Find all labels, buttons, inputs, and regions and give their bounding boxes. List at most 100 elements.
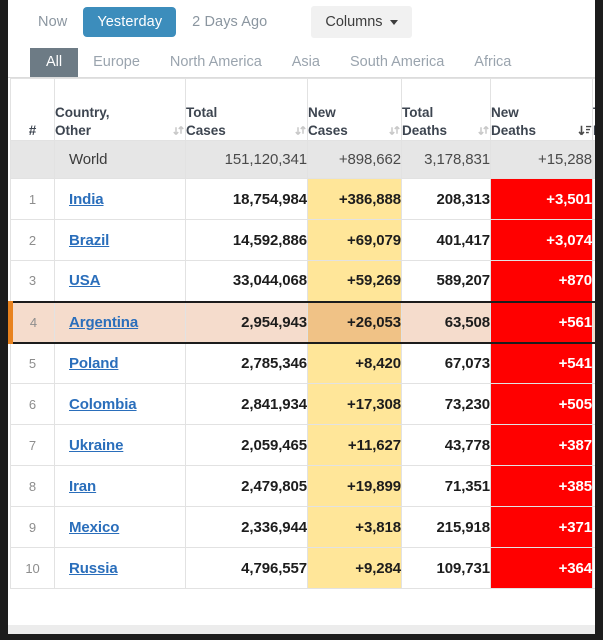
time-button-yesterday[interactable]: Yesterday [83,7,177,37]
cell-new-cases: +9,284 [307,547,402,589]
cell-country: India [54,178,186,220]
cell-total-deaths: 71,351 [401,465,491,507]
country-link[interactable]: Russia [69,560,118,577]
time-button-now[interactable]: Now [24,7,81,37]
sort-descending-icon[interactable] [578,122,592,140]
sort-both-icon[interactable] [172,122,185,140]
cell-total-cases: 151,120,341 [185,140,308,179]
cell-total-deaths: 109,731 [401,547,491,589]
cell-country: Russia [54,547,186,589]
country-link[interactable]: Poland [69,355,119,372]
header-new-deaths-line2: Deaths [491,123,537,139]
cell-index: 4 [8,300,55,344]
cell-new-deaths: +870 [490,260,593,302]
header-total-cases[interactable]: Total Cases [185,78,308,141]
cell-partial [592,178,595,220]
sort-both-icon[interactable] [388,122,401,140]
header-total-cases-line2: Cases [186,123,226,139]
header-row: # Country, Other Total Cases New Cases T… [10,78,603,141]
header-new-deaths[interactable]: New Deaths [490,78,593,141]
region-tab-north-america[interactable]: North America [155,48,277,77]
cell-total-cases: 33,044,068 [185,260,308,302]
region-tab-africa[interactable]: Africa [459,48,526,77]
columns-dropdown-button[interactable]: Columns [311,6,412,38]
header-new-cases-line2: Cases [308,123,348,139]
table-row[interactable]: 10 Russia 4,796,557 +9,284 109,731 +364 [10,547,595,589]
country-link[interactable]: USA [69,272,100,289]
cell-index: 5 [10,342,55,384]
region-tab-asia[interactable]: Asia [277,48,335,77]
country-link[interactable]: Iran [69,478,96,495]
header-new-deaths-line1: New [491,105,519,121]
cell-new-cases: +17,308 [307,383,402,425]
cell-new-cases: +386,888 [307,178,402,220]
country-link[interactable]: Mexico [69,519,119,536]
header-next-column-partial[interactable]: T R [592,78,603,141]
cell-new-cases: +11,627 [307,424,402,466]
cell-total-cases: 2,841,934 [185,383,308,425]
stats-table-container: # Country, Other Total Cases New Cases T… [8,78,603,589]
header-next-line2: R [593,123,603,139]
cell-index: 3 [10,260,55,302]
cell-index: 7 [10,424,55,466]
cell-partial [592,506,595,548]
cell-index: 8 [10,465,55,507]
cell-new-cases: +69,079 [307,219,402,261]
cell-total-deaths: 63,508 [401,300,491,344]
table-row[interactable]: 2 Brazil 14,592,886 +69,079 401,417 +3,074 [10,219,595,261]
region-tab-all[interactable]: All [30,48,79,77]
cell-index: 2 [10,219,55,261]
header-country-line2: Other [55,123,92,139]
country-link[interactable]: Ukraine [69,437,123,454]
header-index[interactable]: # [10,78,55,141]
cell-partial [592,342,595,384]
cell-new-cases: +3,818 [307,506,402,548]
country-link[interactable]: Argentina [69,314,138,331]
country-link[interactable]: Colombia [69,396,137,413]
sort-both-icon[interactable] [294,122,307,140]
cell-partial [592,140,595,179]
table-row[interactable]: 5 Poland 2,785,346 +8,420 67,073 +541 [10,342,595,384]
sort-both-icon[interactable] [477,122,490,140]
table-row[interactable]: 4 Argentina 2,954,943 +26,053 63,508 +561 [8,300,595,344]
covid-stats-table: # Country, Other Total Cases New Cases T… [8,78,603,589]
cell-total-cases: 2,785,346 [185,342,308,384]
header-new-cases[interactable]: New Cases [307,78,402,141]
table-row[interactable]: 3 USA 33,044,068 +59,269 589,207 +870 [10,260,595,302]
country-link[interactable]: India [69,191,104,208]
cell-index [10,140,55,179]
table-row[interactable]: 7 Ukraine 2,059,465 +11,627 43,778 +387 [10,424,595,466]
header-total-cases-line1: Total [186,105,218,121]
table-row[interactable]: 6 Colombia 2,841,934 +17,308 73,230 +505 [10,383,595,425]
table-row[interactable]: 8 Iran 2,479,805 +19,899 71,351 +385 [10,465,595,507]
cell-country: Ukraine [54,424,186,466]
cell-new-deaths: +561 [490,300,593,344]
region-tab-south-america[interactable]: South America [335,48,459,77]
header-country-line1: Country, [55,105,110,121]
cell-partial [592,547,595,589]
cell-index: 1 [10,178,55,220]
cell-total-deaths: 67,073 [401,342,491,384]
table-row[interactable]: 9 Mexico 2,336,944 +3,818 215,918 +371 [10,506,595,548]
cell-total-cases: 2,954,943 [185,300,308,344]
covid-stats-panel: Now Yesterday 2 Days Ago Columns All Eur… [0,0,603,640]
cell-total-deaths: 3,178,831 [401,140,491,179]
cell-country: Brazil [54,219,186,261]
cell-new-deaths: +364 [490,547,593,589]
cell-total-cases: 2,059,465 [185,424,308,466]
cell-country: Mexico [54,506,186,548]
cell-new-cases: +898,662 [307,140,402,179]
time-button-2-days-ago[interactable]: 2 Days Ago [178,7,281,37]
cell-partial [592,383,595,425]
header-total-deaths[interactable]: Total Deaths [401,78,491,141]
table-row[interactable]: 1 India 18,754,984 +386,888 208,313 +3,501 [10,178,595,220]
cell-partial [592,219,595,261]
header-total-deaths-line1: Total [402,105,434,121]
table-body: World 151,120,341 +898,662 3,178,831 +15… [8,140,595,589]
cell-total-deaths: 589,207 [401,260,491,302]
cell-new-deaths: +3,074 [490,219,593,261]
region-tab-europe[interactable]: Europe [78,48,155,77]
chevron-down-icon [389,19,398,25]
country-link[interactable]: Brazil [69,232,109,249]
header-country[interactable]: Country, Other [54,78,186,141]
